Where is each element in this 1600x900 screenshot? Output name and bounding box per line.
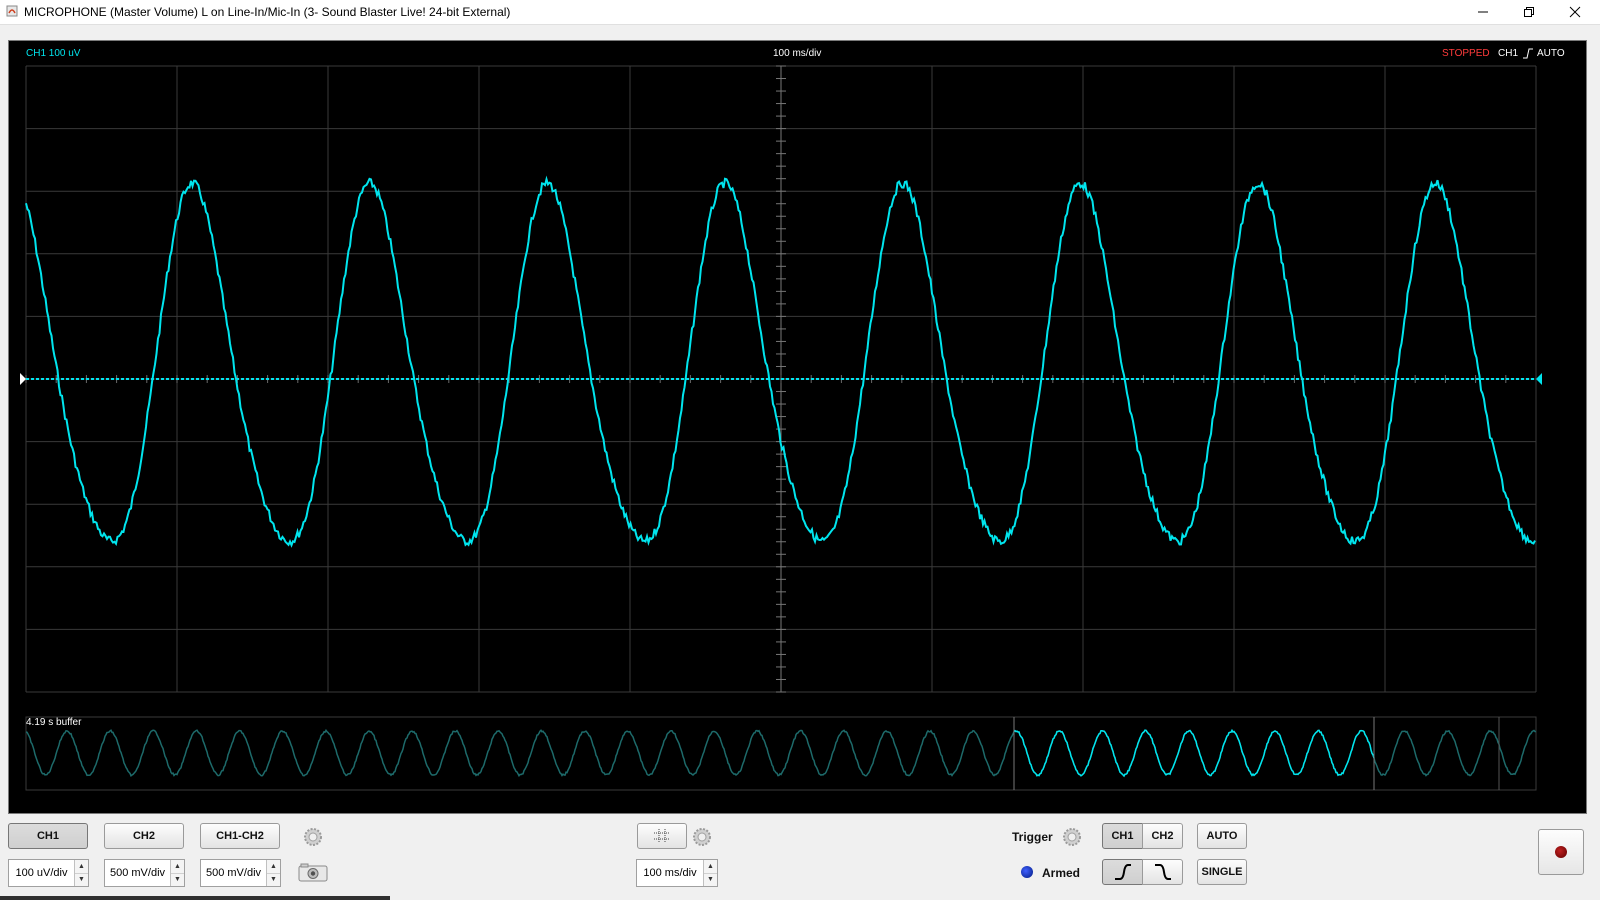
trigger-level-marker-right[interactable]	[1536, 373, 1542, 385]
armed-label: Armed	[1042, 866, 1081, 880]
acquisition-status: STOPPED	[1442, 48, 1490, 59]
ch2-volts-per-div-spinner[interactable]: 500 mV/div ▲ ▼	[104, 859, 185, 887]
ch2-button[interactable]: CH2	[104, 823, 184, 849]
camera-snapshot-icon[interactable]	[298, 862, 328, 882]
display-settings-gear-icon[interactable]	[691, 826, 713, 848]
close-button[interactable]	[1552, 0, 1598, 24]
record-button[interactable]	[1538, 829, 1584, 875]
channel-settings-gear-icon[interactable]	[302, 826, 324, 848]
trigger-channel-readout: CH1	[1498, 48, 1519, 59]
spinner-down-icon[interactable]: ▼	[75, 873, 88, 886]
scope-screen[interactable]	[9, 41, 1586, 813]
window-title: MICROPHONE (Master Volume) L on Line-In/…	[24, 5, 511, 19]
single-shot-button[interactable]: SINGLE	[1197, 859, 1247, 885]
trigger-auto-button[interactable]: AUTO	[1197, 823, 1247, 849]
ch1-offset-marker-left[interactable]	[20, 373, 26, 385]
ch1-minus-ch2-button[interactable]: CH1-CH2	[200, 823, 280, 849]
buffer-overview-box[interactable]	[25, 716, 1537, 791]
rising-edge-icon	[1523, 48, 1533, 59]
ch2-volts-per-div-value: 500 mV/div	[109, 867, 166, 879]
trigger-mode-readout: AUTO	[1537, 48, 1565, 59]
timebase-value: 100 ms/div	[643, 867, 697, 879]
ch1-volts-per-div-value: 100 uV/div	[15, 867, 68, 879]
java-app-icon	[6, 5, 18, 17]
restore-button[interactable]	[1506, 0, 1552, 24]
ch1-volts-per-div-spinner[interactable]: 100 uV/div ▲ ▼	[8, 859, 89, 887]
spinner-up-icon[interactable]: ▲	[267, 860, 280, 874]
rising-edge-icon	[1114, 864, 1131, 880]
timebase-spinner[interactable]: 100 ms/div ▲ ▼	[636, 859, 718, 887]
math-volts-per-div-spinner[interactable]: 500 mV/div ▲ ▼	[200, 859, 281, 887]
ch1-scale-readout: CH1 100 uV	[26, 48, 81, 59]
spinner-up-icon[interactable]: ▲	[704, 860, 717, 874]
spinner-down-icon[interactable]: ▼	[704, 873, 717, 886]
record-icon	[1555, 846, 1567, 858]
ch1-button[interactable]: CH1	[8, 823, 88, 849]
trigger-ch2-button[interactable]: CH2	[1142, 823, 1183, 849]
trigger-label: Trigger	[1012, 830, 1053, 844]
oscilloscope-display: CH1 100 uV 100 ms/div STOPPED CH1 AUTO 4…	[8, 40, 1587, 814]
minimize-icon	[1478, 11, 1488, 13]
falling-edge-icon	[1154, 864, 1171, 880]
trigger-settings-gear-icon[interactable]	[1061, 826, 1083, 848]
armed-indicator-led	[1021, 866, 1033, 878]
trigger-ch1-button[interactable]: CH1	[1102, 823, 1143, 849]
buffer-length-label: 4.19 s buffer	[26, 717, 82, 728]
title-bar: MICROPHONE (Master Volume) L on Line-In/…	[0, 0, 1600, 25]
spinner-up-icon[interactable]: ▲	[75, 860, 88, 874]
grid-icon	[654, 829, 670, 843]
taskbar-edge	[0, 896, 390, 900]
rising-edge-button[interactable]	[1102, 859, 1143, 885]
close-icon	[1569, 6, 1581, 18]
timebase-readout: 100 ms/div	[773, 48, 822, 59]
spinner-down-icon[interactable]: ▼	[267, 873, 280, 886]
spinner-down-icon[interactable]: ▼	[171, 873, 184, 886]
spinner-up-icon[interactable]: ▲	[171, 860, 184, 874]
math-volts-per-div-value: 500 mV/div	[205, 867, 262, 879]
restore-icon	[1524, 7, 1534, 17]
minimize-button[interactable]	[1460, 0, 1506, 24]
grid-toggle-button[interactable]	[637, 823, 687, 849]
falling-edge-button[interactable]	[1142, 859, 1183, 885]
